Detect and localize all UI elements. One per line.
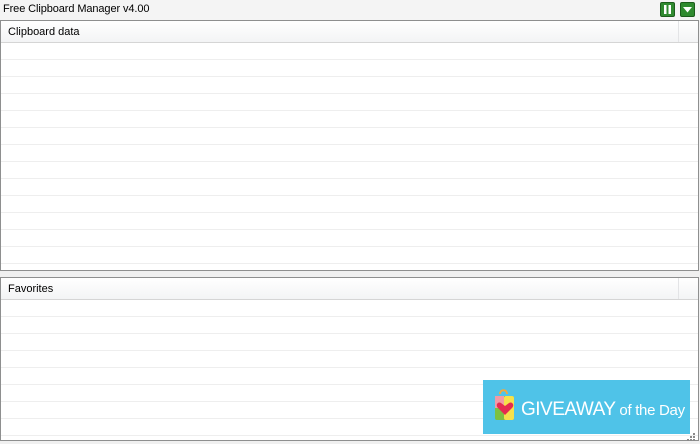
empty-row <box>1 179 698 196</box>
chevron-down-icon <box>683 7 692 13</box>
giveaway-text: GIVEAWAY of the Day <box>521 399 685 421</box>
resize-grip-icon[interactable] <box>686 432 696 442</box>
empty-row <box>1 77 698 94</box>
empty-row <box>1 94 698 111</box>
favorites-column-header[interactable]: Favorites <box>1 278 698 300</box>
empty-row <box>1 230 698 247</box>
clipboard-rows <box>1 43 698 270</box>
clipboard-list[interactable]: Clipboard data <box>0 20 699 271</box>
clipboard-column-label: Clipboard data <box>8 26 80 38</box>
title-bar: Free Clipboard Manager v4.00 <box>0 0 700 20</box>
empty-row <box>1 60 698 77</box>
gift-bag-icon <box>495 389 514 420</box>
favorites-column-label: Favorites <box>8 283 54 295</box>
empty-row <box>1 334 698 351</box>
empty-row <box>1 196 698 213</box>
empty-row <box>1 128 698 145</box>
empty-row <box>1 264 698 270</box>
empty-row <box>1 162 698 179</box>
pause-icon <box>664 5 671 14</box>
menu-dropdown-button[interactable] <box>680 2 695 17</box>
empty-row <box>1 145 698 162</box>
empty-row <box>1 247 698 264</box>
column-divider <box>678 278 679 299</box>
empty-row <box>1 213 698 230</box>
clipboard-column-header[interactable]: Clipboard data <box>1 21 698 43</box>
empty-row <box>1 351 698 368</box>
column-divider <box>678 21 679 42</box>
app-title: Free Clipboard Manager v4.00 <box>3 3 150 15</box>
empty-row <box>1 300 698 317</box>
empty-row <box>1 43 698 60</box>
giveaway-main-text: GIVEAWAY <box>521 399 616 420</box>
empty-row <box>1 111 698 128</box>
giveaway-sub-text: of the Day <box>615 402 685 419</box>
giveaway-banner[interactable]: GIVEAWAY of the Day <box>483 380 690 434</box>
pause-button[interactable] <box>660 2 675 17</box>
empty-row <box>1 317 698 334</box>
